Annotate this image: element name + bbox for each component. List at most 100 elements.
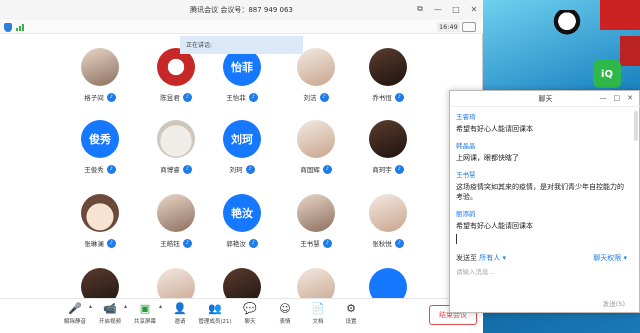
chat-label: 聊天: [244, 319, 256, 325]
settings-icon: ⚙: [346, 301, 356, 315]
avatar: [369, 268, 407, 298]
iqiyi-icon[interactable]: iQ: [593, 60, 621, 88]
participant-tile[interactable]: 商珂宇 ♪: [348, 120, 428, 180]
chevron-down-icon[interactable]: ▾: [502, 254, 506, 262]
participant-tile[interactable]: 刘珂刘珂 ♪: [202, 120, 282, 180]
participant-name: 王皓钰: [160, 240, 180, 248]
video-button[interactable]: 📹 开启视频: [93, 301, 127, 331]
status-bar: 16:49: [0, 20, 483, 34]
participant-name-row: 刘珂 ♪: [202, 164, 282, 174]
participant-name-row: 王书慧 ♪: [276, 238, 356, 248]
maximize-icon[interactable]: □: [614, 94, 621, 102]
meeting-toolbar: 🎤 解除静音 ▴ 📹 开启视频 ▴ ▣ 共享屏幕 ▴ 👤 邀请 👥 管理成员(2…: [0, 298, 483, 333]
participant-name-row: 张秋悦 ♪: [348, 238, 428, 248]
emoji-button[interactable]: ☺ 表情: [268, 301, 302, 331]
speaking-indicator: 正在讲话:: [180, 36, 303, 54]
minimize-icon[interactable]: —: [433, 4, 443, 14]
participant-name-row: 乔书恒 ♪: [348, 92, 428, 102]
mute-options-icon[interactable]: ▴: [89, 303, 92, 310]
mic-icon: ♪: [394, 238, 404, 248]
chat-sender[interactable]: 韩晶晶: [456, 140, 638, 150]
participant-tile-partial[interactable]: [276, 268, 356, 298]
participant-tile[interactable]: 格子间 ♪: [60, 48, 140, 108]
emoji-label: 表情: [279, 319, 291, 325]
participant-tile[interactable]: 怡菲 王怡菲 ♪: [202, 48, 282, 108]
chat-message: 丽添韵希望有好心人能请回课本: [456, 208, 638, 231]
minimize-icon[interactable]: —: [600, 94, 607, 102]
pin-icon[interactable]: ⧉: [415, 4, 425, 14]
members-icon: 👥: [208, 301, 222, 315]
participants-grid: 格子间 ♪ 陈昱君 ♪ 怡菲 王怡菲 ♪ 刘洁 ♪ 乔书恒 ♪ 俊秀 王俊秀 ♪ 商博睿 ♪ 刘珂 刘珂 ♪ 商国辉 ♪…: [0, 34, 483, 298]
invite-button[interactable]: 👤 邀请: [163, 301, 197, 331]
mic-icon: ♪: [248, 238, 258, 248]
send-to-target[interactable]: 所有人: [479, 254, 500, 262]
send-button[interactable]: 发送(S): [603, 298, 625, 308]
chat-messages: 王睿琦 希望有好心人能请回课本 韩晶晶 上网课，眼都快瞎了 王书慧 这场疫情突如其来的疫情…: [456, 111, 638, 237]
manage-members-button[interactable]: 👥 管理成员(21): [198, 301, 232, 331]
layout-grid-icon[interactable]: [462, 22, 476, 32]
participant-name-row: 刘洁 ♪: [276, 92, 356, 102]
chat-message: 考验。: [456, 192, 638, 202]
participant-tile[interactable]: 商国辉 ♪: [276, 120, 356, 180]
participant-tile-partial[interactable]: [60, 268, 140, 298]
avatar: [223, 268, 261, 298]
title-bar: 腾讯会议 会议号：887 949 063 ⧉ — □ ✕: [0, 0, 483, 20]
avatar: [157, 268, 195, 298]
participant-name-row: 郭艳汝 ♪: [202, 238, 282, 248]
participant-name: 陈昱君: [160, 94, 180, 102]
participant-name: 商博睿: [160, 166, 180, 174]
mic-icon: ♪: [182, 238, 192, 248]
avatar: 艳汝: [223, 194, 261, 232]
docs-button[interactable]: 📄 文档: [301, 301, 335, 331]
mic-icon: ♪: [319, 92, 329, 102]
avatar: [81, 48, 119, 86]
avatar: [369, 120, 407, 158]
avatar: [297, 268, 335, 298]
chat-message: 王睿琦 希望有好心人能请回课本: [456, 111, 638, 134]
participant-tile-partial[interactable]: [202, 268, 282, 298]
chat-sender[interactable]: 王书慧: [456, 169, 638, 179]
chat-text: 希望有好心人能请回课本: [456, 222, 533, 230]
settings-button[interactable]: ⚙ 设置: [334, 301, 368, 331]
participant-name-row: 商珂宇 ♪: [348, 164, 428, 174]
video-options-icon[interactable]: ▴: [124, 303, 127, 310]
signal-icon[interactable]: [16, 23, 24, 31]
desktop-thumbnail-icon-2[interactable]: [620, 36, 640, 66]
close-icon[interactable]: ✕: [469, 4, 479, 14]
send-to-selector[interactable]: 发送至 所有人 ▾: [456, 253, 506, 263]
chat-input[interactable]: 请输入消息...: [456, 266, 495, 276]
members-label: 管理成员(21): [198, 319, 232, 325]
settings-label: 设置: [345, 319, 357, 325]
avatar: 刘珂: [223, 120, 261, 158]
participant-name: 商国辉: [300, 166, 320, 174]
participant-tile[interactable]: 刘洁 ♪: [276, 48, 356, 108]
mute-label: 解除静音: [63, 319, 86, 325]
close-icon[interactable]: ✕: [627, 94, 633, 102]
share-label: 共享屏幕: [133, 319, 156, 325]
participant-tile[interactable]: 乔书恒 ♪: [348, 48, 428, 108]
chat-button[interactable]: 💬 聊天: [233, 301, 267, 331]
participant-name: 格子间: [84, 94, 104, 102]
mic-icon: ♪: [248, 92, 258, 102]
participant-tile[interactable]: 张秋悦 ♪: [348, 194, 428, 254]
participant-tile-partial[interactable]: [348, 268, 428, 298]
chat-sender[interactable]: 王睿琦: [456, 111, 638, 121]
desktop-thumbnail-icon[interactable]: [600, 0, 640, 30]
participant-tile[interactable]: 俊秀 王俊秀 ♪: [60, 120, 140, 180]
participant-tile[interactable]: 王书慧 ♪: [276, 194, 356, 254]
chat-window: 聊天 — □ ✕ 王睿琦 希望有好心人能请回课本 韩晶晶 上网课，眼都快瞎了 王书慧 这场…: [449, 90, 640, 313]
participant-tile[interactable]: 艳汝郭艳汝 ♪: [202, 194, 282, 254]
chat-permission-button[interactable]: 聊天权限 ▾: [593, 253, 627, 263]
share-screen-button[interactable]: ▣ 共享屏幕: [128, 301, 162, 331]
participant-tile[interactable]: 张琳澜 ♪: [60, 194, 140, 254]
mic-icon: ♪: [322, 238, 332, 248]
chat-sender[interactable]: 丽添韵: [456, 208, 638, 218]
mic-icon: ♪: [106, 164, 116, 174]
maximize-icon[interactable]: □: [451, 4, 461, 14]
participant-name: 张琳澜: [84, 240, 104, 248]
mute-button[interactable]: 🎤 解除静音: [58, 301, 92, 331]
share-options-icon[interactable]: ▴: [159, 303, 162, 310]
mic-icon: ♪: [394, 164, 404, 174]
qq-icon[interactable]: [553, 10, 581, 38]
shield-icon[interactable]: [4, 23, 12, 32]
